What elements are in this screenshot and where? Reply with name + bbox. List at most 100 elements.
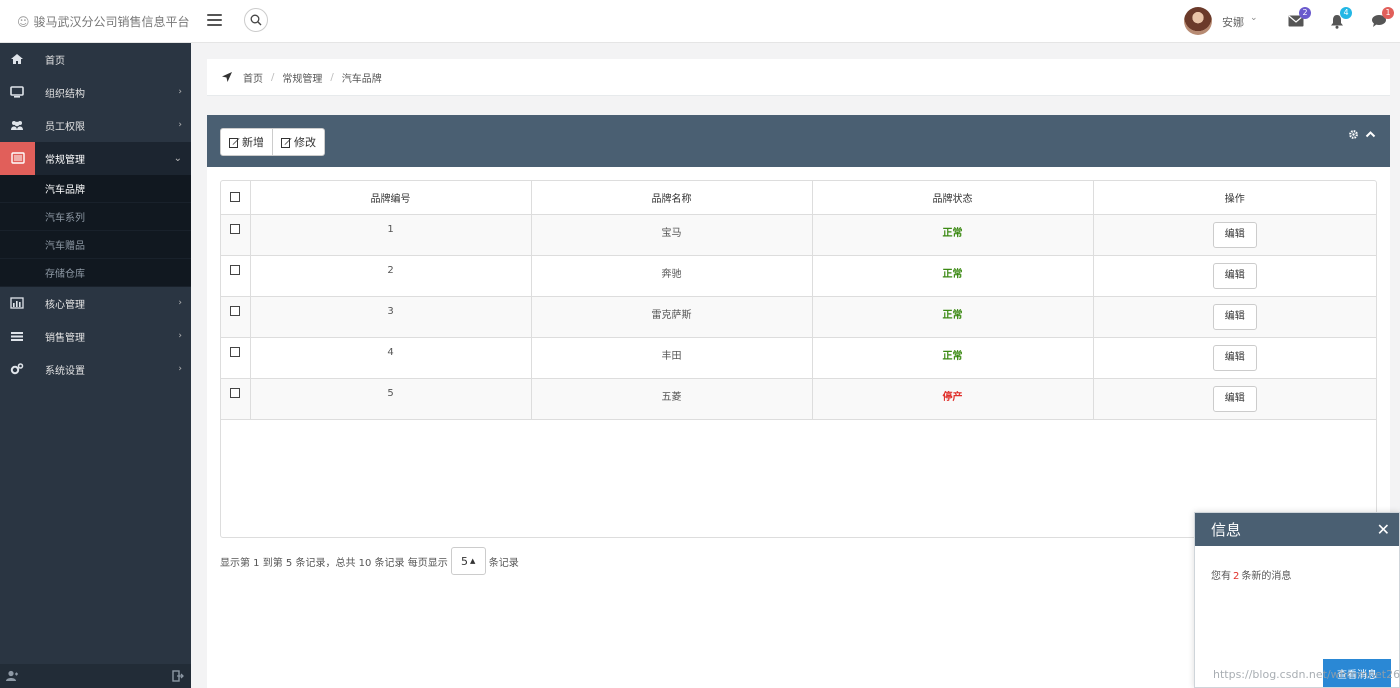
sidebar-item-label: 组织结构 xyxy=(45,89,85,100)
app-title: 骏马武汉分公司销售信息平台 xyxy=(33,15,190,29)
popup-title: 信息 xyxy=(1211,521,1242,539)
mail-button[interactable]: 2 xyxy=(1287,7,1311,30)
sign-out-icon[interactable] xyxy=(172,670,184,682)
sidebar-item-org[interactable]: 组织结构 › xyxy=(0,76,191,109)
row-checkbox[interactable] xyxy=(230,387,241,398)
edit-button[interactable]: 编辑 xyxy=(1212,344,1257,371)
edit-button[interactable]: 编辑 xyxy=(1212,262,1257,289)
brand-id-cell: 3 xyxy=(250,296,532,338)
sidebar-submenu: 汽车品牌 汽车系列 汽车赠品 存储仓库 xyxy=(0,175,191,287)
list-alt-icon xyxy=(11,152,25,164)
brand-table: 品牌编号 品牌名称 品牌状态 操作 1 宝马 正常 编辑 2 奔驰 正常 编辑 … xyxy=(220,180,1377,538)
chevron-right-icon: › xyxy=(178,364,182,374)
gear-icon[interactable] xyxy=(1348,129,1359,140)
edit-icon xyxy=(281,137,292,148)
brand-name-cell: 奔驰 xyxy=(531,255,813,297)
column-header[interactable]: 品牌状态 xyxy=(812,181,1094,215)
chevron-right-icon: › xyxy=(178,331,182,341)
sidebar-item-label: 常规管理 xyxy=(45,155,85,166)
table-row[interactable]: 2 奔驰 正常 编辑 xyxy=(221,255,1376,297)
chevron-down-icon[interactable]: ⌄ xyxy=(1250,13,1258,23)
select-all-cell xyxy=(221,181,251,215)
table-header-row: 品牌编号 品牌名称 品牌状态 操作 xyxy=(221,181,1376,215)
status-badge: 停产 xyxy=(942,391,963,403)
breadcrumb: 首页 / 常规管理 / 汽车品牌 xyxy=(207,59,1390,96)
username[interactable]: 安娜 xyxy=(1222,14,1244,30)
sidebar-footer xyxy=(0,664,191,688)
row-checkbox[interactable] xyxy=(230,223,241,234)
message-popup: 信息 ✕ 您有 2 条新的消息 查看消息 xyxy=(1194,512,1400,688)
notifications-button[interactable]: 4 xyxy=(1328,7,1352,30)
brand-name-cell: 五菱 xyxy=(531,378,813,420)
sidebar-item-home[interactable]: 首页 xyxy=(0,43,191,76)
sidebar-item-label: 核心管理 xyxy=(45,300,85,311)
breadcrumb-home[interactable]: 首页 xyxy=(243,70,263,85)
popup-header: 信息 ✕ xyxy=(1195,513,1399,546)
edit-button[interactable]: 编辑 xyxy=(1212,221,1257,248)
status-badge: 正常 xyxy=(942,268,963,280)
messages-button[interactable]: 1 xyxy=(1370,7,1394,30)
status-badge: 正常 xyxy=(942,227,963,239)
row-checkbox[interactable] xyxy=(230,264,241,275)
home-icon xyxy=(11,54,23,64)
gear-icon: ☺ xyxy=(17,14,30,29)
chevron-down-icon: ⌄ xyxy=(173,153,182,164)
chevron-right-icon: › xyxy=(178,87,182,97)
row-checkbox[interactable] xyxy=(230,305,241,316)
table-row[interactable]: 5 五菱 停产 编辑 xyxy=(221,378,1376,420)
chevron-right-icon: › xyxy=(178,120,182,130)
sidebar-item-settings[interactable]: 系统设置 › xyxy=(0,353,191,386)
sidebar-subitem-car-series[interactable]: 汽车系列 xyxy=(0,203,191,231)
pagination-summary: 显示第 1 到第 5 条记录，总共 10 条记录 每页显示 xyxy=(220,557,448,569)
brand-id-cell: 1 xyxy=(250,214,532,256)
select-all-checkbox[interactable] xyxy=(230,191,241,202)
chevron-up-icon[interactable] xyxy=(1365,129,1376,140)
breadcrumb-section[interactable]: 常规管理 xyxy=(282,70,322,85)
edit-button[interactable]: 编辑 xyxy=(1212,303,1257,330)
location-arrow-icon xyxy=(222,72,232,82)
sidebar-subitem-car-brand[interactable]: 汽车品牌 xyxy=(0,175,191,203)
edit-icon xyxy=(229,137,240,148)
bar-chart-icon xyxy=(10,297,24,309)
brand-id-cell: 5 xyxy=(250,378,532,420)
sidebar-subitem-warehouse[interactable]: 存储仓库 xyxy=(0,259,191,287)
row-checkbox[interactable] xyxy=(230,346,241,357)
column-header: 操作 xyxy=(1093,181,1376,215)
sidebar-item-core[interactable]: 核心管理 › xyxy=(0,287,191,320)
chevron-right-icon: › xyxy=(178,298,182,308)
column-header[interactable]: 品牌名称 xyxy=(531,181,813,215)
add-button[interactable]: 新增 xyxy=(220,128,273,156)
sidebar: 首页 组织结构 › 员工权限 › 常规管理 ⌄ 汽车品牌 汽车系列 汽车赠品 存… xyxy=(0,43,191,688)
sidebar-item-permissions[interactable]: 员工权限 › xyxy=(0,109,191,142)
search-button[interactable] xyxy=(244,8,268,32)
table-row[interactable]: 4 丰田 正常 编辑 xyxy=(221,337,1376,379)
edit-button[interactable]: 编辑 xyxy=(1212,385,1257,412)
sidebar-subitem-car-gifts[interactable]: 汽车赠品 xyxy=(0,231,191,259)
status-badge: 正常 xyxy=(942,350,963,362)
top-navbar: ☺ 骏马武汉分公司销售信息平台 安娜 ⌄ 2 4 1 xyxy=(0,0,1400,43)
avatar[interactable] xyxy=(1184,7,1212,35)
close-icon[interactable]: ✕ xyxy=(1377,520,1390,539)
user-icon[interactable] xyxy=(6,670,19,682)
brand-name-cell: 宝马 xyxy=(531,214,813,256)
column-header[interactable]: 品牌编号 xyxy=(250,181,532,215)
sidebar-item-label: 员工权限 xyxy=(45,122,85,133)
users-icon xyxy=(11,121,23,130)
sidebar-item-sales[interactable]: 销售管理 › xyxy=(0,320,191,353)
status-badge: 正常 xyxy=(942,309,963,321)
sidebar-toggle-button[interactable] xyxy=(207,14,222,26)
cogs-icon xyxy=(10,363,24,375)
search-icon xyxy=(250,14,262,26)
page-size-select[interactable]: 5 ▲ xyxy=(450,547,486,575)
mail-badge: 2 xyxy=(1299,7,1311,19)
brand-id-cell: 2 xyxy=(250,255,532,297)
messages-badge: 1 xyxy=(1382,7,1394,19)
modify-button[interactable]: 修改 xyxy=(273,128,325,156)
toolbar: 新增 修改 xyxy=(220,128,325,156)
sidebar-item-label: 系统设置 xyxy=(45,366,85,377)
sidebar-item-general[interactable]: 常规管理 ⌄ xyxy=(0,142,191,175)
table-row[interactable]: 1 宝马 正常 编辑 xyxy=(221,214,1376,256)
table-row[interactable]: 3 雷克萨斯 正常 编辑 xyxy=(221,296,1376,338)
panel-header: 新增 修改 xyxy=(207,115,1390,167)
sidebar-item-label: 首页 xyxy=(45,56,65,67)
